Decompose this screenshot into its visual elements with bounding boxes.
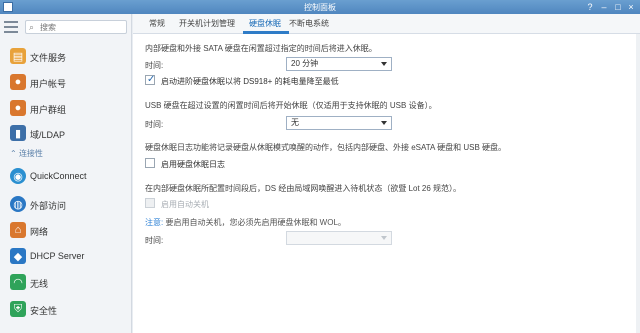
- usb-time-select[interactable]: 无: [286, 116, 392, 130]
- hibernation-log-label: 启用硬盘休眠日志: [161, 160, 225, 169]
- sidebar-item-user-accounts[interactable]: ● 用户帐号: [0, 70, 131, 94]
- tab-general[interactable]: 常规: [149, 18, 165, 29]
- sidebar-item-user-groups[interactable]: ● 用户群组: [0, 96, 131, 120]
- sidebar: ⌕ ▤ 文件服务 ● 用户帐号 ● 用户群组 ▮ 域/LDAP ⌃ 连接性 ◉ …: [0, 14, 132, 333]
- auto-poweroff-note: 注意: 要启用自动关机，您必须先启用硬盘休眠和 WOL。: [145, 218, 346, 227]
- internal-hibernation-description: 内部硬盘和外接 SATA 硬盘在闲置超过指定的时间后将进入休眠。: [145, 44, 377, 53]
- quickconnect-icon: ◉: [10, 168, 26, 184]
- tab-power-schedule[interactable]: 开关机计划管理: [179, 18, 235, 29]
- close-icon[interactable]: ×: [625, 1, 637, 13]
- sidebar-item-network[interactable]: ⌂ 网络: [0, 218, 131, 242]
- sidebar-item-dhcp-server[interactable]: ◆ DHCP Server: [0, 244, 131, 268]
- search-box[interactable]: ⌕: [25, 20, 127, 34]
- domain-icon: ▮: [10, 125, 26, 141]
- internal-time-select[interactable]: 20 分钟: [286, 57, 392, 71]
- home-icon[interactable]: [4, 21, 18, 33]
- poweroff-time-select[interactable]: [286, 231, 392, 245]
- sidebar-item-wireless[interactable]: ◠ 无线: [0, 270, 131, 294]
- tab-bar: 常规 开关机计划管理 硬盘休眠 不断电系统: [133, 14, 640, 34]
- dhcp-icon: ◆: [10, 248, 26, 264]
- tab-hdd-hibernation[interactable]: 硬盘休眠: [249, 18, 281, 29]
- group-icon: ●: [10, 100, 26, 116]
- main-panel: 常规 开关机计划管理 硬盘休眠 不断电系统 内部硬盘和外接 SATA 硬盘在闲置…: [133, 14, 640, 333]
- chevron-up-icon: ⌃: [10, 149, 17, 158]
- advanced-hibernation-checkbox[interactable]: [145, 74, 155, 85]
- advanced-hibernation-label: 启动进阶硬盘休眠以将 DS918+ 的耗电量降至最低: [161, 77, 339, 86]
- usb-hibernation-description: USB 硬盘在超过设置的闲置时间后将开始休眠（仅适用于支持休眠的 USB 设备）…: [145, 101, 437, 110]
- internal-time-label: 时间:: [145, 61, 164, 70]
- section-connectivity[interactable]: ⌃ 连接性: [10, 148, 43, 159]
- network-icon: ⌂: [10, 222, 26, 238]
- minimize-icon[interactable]: –: [598, 1, 610, 13]
- usb-time-label: 时间:: [145, 120, 164, 129]
- user-icon: ●: [10, 74, 26, 90]
- hibernation-log-checkbox[interactable]: [145, 158, 155, 168]
- chevron-down-icon: [381, 121, 387, 125]
- folder-icon: ▤: [10, 48, 26, 64]
- sidebar-item-external-access[interactable]: ◍ 外部访问: [0, 192, 131, 216]
- chevron-down-icon: [381, 62, 387, 66]
- sidebar-item-file-services[interactable]: ▤ 文件服务: [0, 44, 131, 68]
- auto-poweroff-label: 启用自动关机: [161, 200, 209, 209]
- auto-poweroff-checkbox[interactable]: [145, 198, 155, 208]
- poweroff-time-label: 时间:: [145, 236, 164, 245]
- sidebar-item-quickconnect[interactable]: ◉ QuickConnect: [0, 164, 131, 188]
- active-tab-indicator: [243, 31, 289, 34]
- globe-icon: ◍: [10, 196, 26, 212]
- hibernation-log-description: 硬盘休眠日志功能将记录硬盘从休眠模式唤醒的动作，包括内部硬盘、外接 eSATA …: [145, 143, 507, 152]
- help-icon[interactable]: ?: [584, 1, 596, 13]
- sidebar-item-security[interactable]: ⛨ 安全性: [0, 297, 131, 321]
- standby-description: 在内部硬盘休眠所配置时间段后，DS 经由局域网唤醒进入待机状态（欲暨 Lot 2…: [145, 184, 462, 193]
- shield-icon: ⛨: [10, 301, 26, 317]
- tab-ups[interactable]: 不断电系统: [289, 18, 329, 29]
- sidebar-item-domain-ldap[interactable]: ▮ 域/LDAP: [0, 121, 131, 145]
- wifi-icon: ◠: [10, 274, 26, 290]
- maximize-icon[interactable]: □: [612, 1, 624, 13]
- window-title: 控制面板: [304, 3, 336, 12]
- search-icon: ⌕: [29, 22, 35, 32]
- chevron-down-icon: [381, 236, 387, 240]
- content-scrollbar[interactable]: [636, 34, 640, 333]
- title-bar: 控制面板 ? – □ ×: [0, 0, 640, 14]
- search-input[interactable]: [40, 22, 124, 32]
